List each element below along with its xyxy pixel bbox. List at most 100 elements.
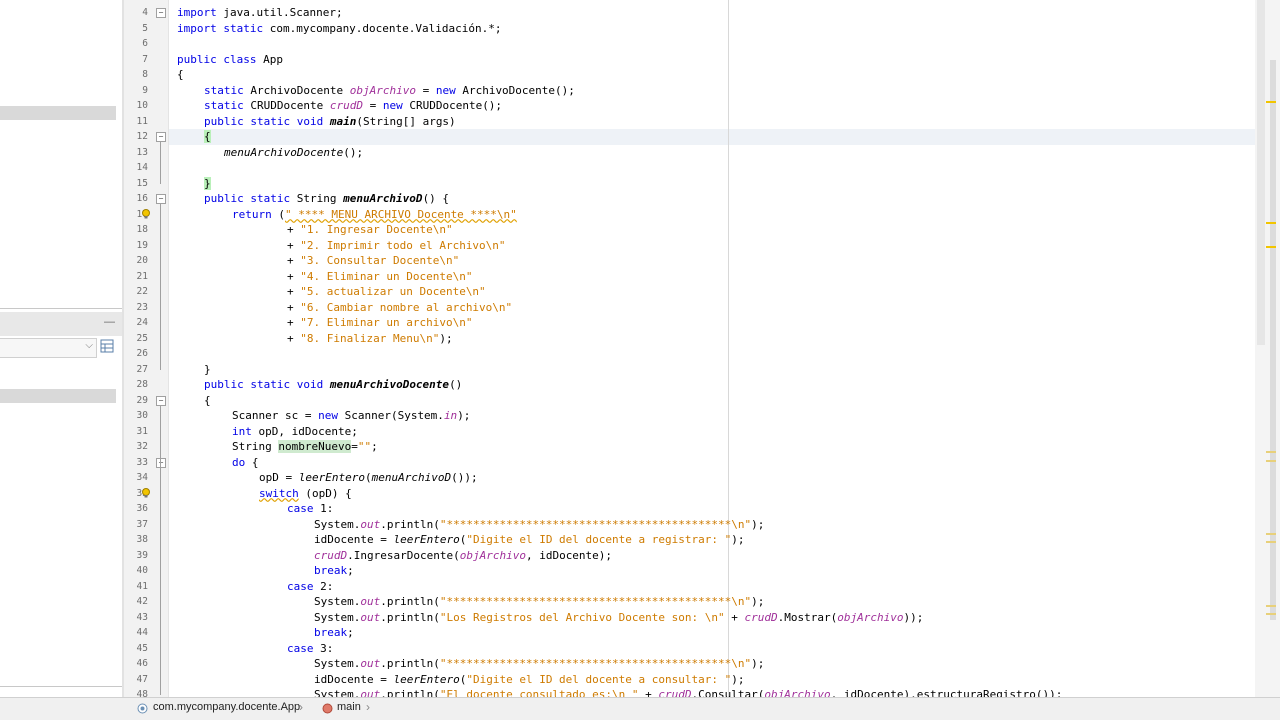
navigator-panel-header[interactable]: — xyxy=(0,312,123,336)
line-number[interactable]: 6 xyxy=(118,36,148,52)
minimize-icon[interactable]: — xyxy=(104,316,115,328)
line-number[interactable]: 27 xyxy=(118,362,148,378)
hint-bulb-icon[interactable] xyxy=(141,208,151,219)
table-view-icon[interactable] xyxy=(100,339,114,353)
occurrence-mark[interactable] xyxy=(1266,613,1276,615)
line-number[interactable]: 8 xyxy=(118,67,148,83)
hint-bulb-icon[interactable] xyxy=(141,487,151,498)
code-line-32: String nombreNuevo=""; xyxy=(232,440,378,453)
code-line-28: public static void menuArchivoDocente() xyxy=(204,378,463,391)
scrollbar-thumb[interactable] xyxy=(1257,0,1265,345)
code-line-41: case 2: xyxy=(287,579,334,593)
line-number[interactable]: 44 xyxy=(118,625,148,641)
line-number[interactable]: 46 xyxy=(118,656,148,672)
dropdown-chevron-icon: ⌵ xyxy=(85,340,93,351)
line-number[interactable]: 10 xyxy=(118,98,148,114)
fold-guide xyxy=(160,405,161,695)
occurrence-mark[interactable] xyxy=(1266,460,1276,462)
fold-guide xyxy=(160,204,161,370)
line-number[interactable]: 42 xyxy=(118,594,148,610)
members-filter-dropdown[interactable]: ⌵ xyxy=(0,338,97,358)
line-number[interactable]: 25 xyxy=(118,331,148,347)
occurrence-mark[interactable] xyxy=(1266,533,1276,535)
code-line-38: idDocente = leerEntero("Digite el ID del… xyxy=(314,533,745,546)
code-line-44: break; xyxy=(314,626,354,639)
line-number[interactable]: 24 xyxy=(118,315,148,331)
line-number[interactable]: 20 xyxy=(118,253,148,269)
members-list-header[interactable] xyxy=(0,389,116,403)
code-line-30: Scanner sc = new Scanner(System.in); xyxy=(232,409,471,422)
fold-icon[interactable]: − xyxy=(156,194,166,204)
line-number[interactable]: 30 xyxy=(118,408,148,424)
panel-divider-bottom xyxy=(0,686,122,687)
line-number[interactable]: 7 xyxy=(118,52,148,68)
line-number[interactable]: 18 xyxy=(118,222,148,238)
line-number[interactable]: 26 xyxy=(118,346,148,362)
line-number[interactable]: 43 xyxy=(118,610,148,626)
line-number[interactable]: 33 xyxy=(118,455,148,471)
line-number[interactable]: 28 xyxy=(118,377,148,393)
line-number[interactable]: 39 xyxy=(118,548,148,564)
line-number[interactable]: 31 xyxy=(118,424,148,440)
code-line-43: System.out.println("Los Registros del Ar… xyxy=(314,610,924,624)
occurrence-mark[interactable] xyxy=(1266,541,1276,543)
code-line-48: System.out.println("El docente consultad… xyxy=(314,688,1063,697)
breadcrumb-class[interactable]: com.mycompany.docente.App xyxy=(153,701,300,713)
code-line-10: static CRUDDocente crudD = new CRUDDocen… xyxy=(204,99,503,112)
code-editor[interactable]: import java.util.Scanner; import static … xyxy=(169,0,1255,697)
panel-divider xyxy=(0,308,122,309)
line-number[interactable]: 45 xyxy=(118,641,148,657)
warning-mark[interactable] xyxy=(1266,101,1276,103)
line-number[interactable]: 11 xyxy=(118,114,148,130)
line-number[interactable]: 29 xyxy=(118,393,148,409)
line-number[interactable]: 13 xyxy=(118,145,148,161)
line-number[interactable]: 37 xyxy=(118,517,148,533)
breadcrumb-separator: › xyxy=(299,700,303,714)
code-line-8: { xyxy=(177,68,184,81)
fold-guide xyxy=(160,142,161,184)
line-number[interactable]: 19 xyxy=(118,238,148,254)
line-number[interactable]: 21 xyxy=(118,269,148,285)
code-line-16: public static String menuArchivoD() { xyxy=(204,192,450,205)
fold-icon[interactable]: − xyxy=(156,395,166,406)
code-line-9: static ArchivoDocente objArchivo = new A… xyxy=(204,83,575,97)
line-number[interactable]: 15 xyxy=(118,176,148,192)
line-number[interactable]: 14 xyxy=(118,160,148,176)
navigator-header-bar[interactable] xyxy=(0,106,116,120)
line-number[interactable]: 4 xyxy=(118,5,148,21)
line-number[interactable]: 32 xyxy=(118,439,148,455)
fold-icon[interactable]: − xyxy=(156,457,166,468)
fold-icon[interactable]: − xyxy=(156,132,166,142)
occurrence-mark[interactable] xyxy=(1266,451,1276,453)
line-number[interactable]: 16 xyxy=(118,191,148,207)
line-number[interactable]: 5 xyxy=(118,21,148,37)
fold-icon[interactable]: − xyxy=(156,8,166,18)
line-number[interactable]: 23 xyxy=(118,300,148,316)
line-number[interactable]: 22 xyxy=(118,284,148,300)
code-line-13: menuArchivoDocente(); xyxy=(224,145,364,159)
line-number[interactable]: 12 xyxy=(118,129,148,145)
code-line-35: switch (opD) { xyxy=(259,486,352,500)
line-number[interactable]: 38 xyxy=(118,532,148,548)
code-line-27: } xyxy=(204,362,211,376)
code-line-47: idDocente = leerEntero("Digite el ID del… xyxy=(314,672,745,686)
warning-mark[interactable] xyxy=(1266,246,1276,248)
code-line-12: { xyxy=(204,130,211,143)
line-number[interactable]: 34 xyxy=(118,470,148,486)
line-number[interactable]: 41 xyxy=(118,579,148,595)
code-line-20: + "3. Consultar Docente\n" xyxy=(287,254,460,267)
line-number[interactable]: 47 xyxy=(118,672,148,688)
occurrence-mark[interactable] xyxy=(1266,605,1276,607)
code-line-17: return (" **** MENU ARCHIVO Docente ****… xyxy=(232,207,517,221)
code-line-23: + "6. Cambiar nombre al archivo\n" xyxy=(287,300,513,314)
warning-mark[interactable] xyxy=(1266,222,1276,224)
code-line-34: opD = leerEntero(menuArchivoD()); xyxy=(259,471,478,484)
code-line-18: + "1. Ingresar Docente\n" xyxy=(287,223,453,236)
breadcrumb-method[interactable]: main xyxy=(337,701,361,713)
code-line-15: } xyxy=(204,176,211,190)
line-number[interactable]: 9 xyxy=(118,83,148,99)
error-stripe xyxy=(1270,60,1276,620)
line-number[interactable]: 36 xyxy=(118,501,148,517)
line-number[interactable]: 40 xyxy=(118,563,148,579)
code-line-31: int opD, idDocente; xyxy=(232,424,358,438)
